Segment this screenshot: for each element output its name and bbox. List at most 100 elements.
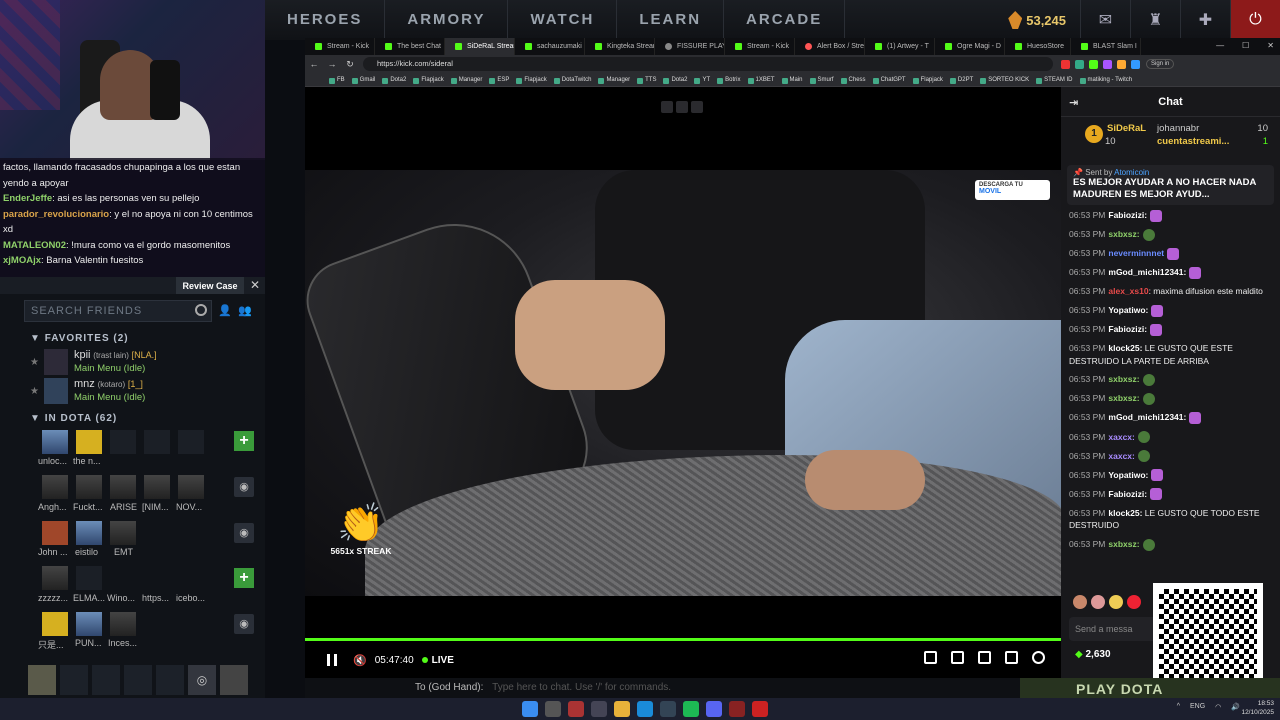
- browser-tab[interactable]: Kingteka Stream: [585, 38, 655, 55]
- star-icon[interactable]: ★: [30, 386, 39, 397]
- clip-icon[interactable]: [676, 101, 688, 113]
- extension-icon[interactable]: [1089, 59, 1098, 69]
- friend-tile[interactable]: [178, 475, 204, 499]
- friend-row[interactable]: ★ kpii (trast lain) [NLA.] Main Menu (Id…: [30, 349, 260, 377]
- group-icon[interactable]: 👥: [238, 304, 256, 318]
- theater-mode-icon[interactable]: [978, 651, 991, 664]
- leader-name[interactable]: cuentastreami...: [1157, 136, 1229, 147]
- nav-watch[interactable]: WATCH: [508, 0, 618, 40]
- friend-tile[interactable]: [110, 612, 136, 636]
- message-username[interactable]: alex_xs10: [1108, 286, 1148, 296]
- extension-icon[interactable]: [1075, 59, 1084, 69]
- party-slot[interactable]: [92, 665, 120, 695]
- invite-button[interactable]: +: [234, 568, 254, 588]
- bookmark[interactable]: YT: [694, 77, 710, 84]
- wifi-icon[interactable]: ◠: [1215, 703, 1221, 711]
- reload-icon[interactable]: ↻: [341, 59, 359, 70]
- channel-points[interactable]: ◆ 2,630: [1075, 649, 1111, 660]
- invite-button[interactable]: +: [234, 431, 254, 451]
- volume-icon[interactable]: 🔊: [1231, 703, 1240, 711]
- favorites-section[interactable]: ▼ FAVORITES (2): [30, 333, 129, 344]
- party-slot[interactable]: [124, 665, 152, 695]
- emote-icon[interactable]: [1091, 595, 1105, 609]
- bookmark[interactable]: Dota2: [663, 77, 687, 84]
- app-icon[interactable]: [568, 701, 584, 717]
- message-username[interactable]: klock25:: [1108, 343, 1142, 353]
- bookmark[interactable]: Flapjack: [516, 77, 547, 84]
- dota-icon[interactable]: [729, 701, 745, 717]
- message-username[interactable]: Fabiozizi:: [1108, 489, 1147, 499]
- pause-icon[interactable]: [327, 654, 337, 666]
- mute-icon[interactable]: 🔇: [353, 654, 367, 667]
- browser-tab[interactable]: Stream - Kick: [305, 38, 375, 55]
- bookmark[interactable]: ESP: [489, 77, 509, 84]
- folder-icon[interactable]: [614, 701, 630, 717]
- message-username[interactable]: neverminnnet: [1108, 248, 1164, 258]
- watch-icon[interactable]: ◉: [234, 477, 254, 497]
- minimize-icon[interactable]: —: [1216, 41, 1224, 50]
- share-icon[interactable]: [691, 101, 703, 113]
- browser-tab[interactable]: HuesoStore: [1005, 38, 1071, 55]
- message-username[interactable]: sxbxsz:: [1108, 374, 1139, 384]
- friend-tile[interactable]: [42, 521, 68, 545]
- steam-icon[interactable]: [660, 701, 676, 717]
- friend-tile[interactable]: [42, 612, 68, 636]
- settings-gear-icon[interactable]: [1032, 651, 1045, 664]
- friend-tile[interactable]: [42, 566, 68, 590]
- extension-icon[interactable]: [1103, 59, 1112, 69]
- browser-tab[interactable]: The best Chat: [375, 38, 445, 55]
- party-slot[interactable]: [60, 665, 88, 695]
- forward-icon[interactable]: →: [323, 59, 341, 69]
- friend-tile[interactable]: [42, 475, 68, 499]
- message-username[interactable]: Yopatiwo:: [1108, 470, 1148, 480]
- windows-start-icon[interactable]: [522, 701, 538, 717]
- bookmark[interactable]: SORTEO KICK: [980, 77, 1029, 84]
- friend-tile[interactable]: [178, 430, 204, 454]
- extension-icon[interactable]: [1061, 59, 1070, 69]
- friend-tile[interactable]: [42, 430, 68, 454]
- armory-icon[interactable]: ♜: [1130, 0, 1180, 40]
- friend-tile[interactable]: [76, 475, 102, 499]
- sign-in-button[interactable]: Sign in: [1146, 59, 1175, 69]
- message-username[interactable]: sxbxsz:: [1108, 539, 1139, 549]
- friend-row[interactable]: ★ mnz (kotaro) [1_] Main Menu (Idle): [30, 378, 260, 406]
- bookmark[interactable]: 1XBET: [747, 77, 775, 84]
- add-friend-icon[interactable]: 👤: [218, 304, 232, 318]
- message-username[interactable]: xaxcx:: [1108, 451, 1134, 461]
- play-dota-button[interactable]: PLAY DOTA: [1020, 678, 1280, 700]
- shards-counter[interactable]: 53,245: [1008, 11, 1066, 29]
- maximize-icon[interactable]: ☐: [1242, 41, 1249, 50]
- friend-tile[interactable]: [110, 521, 136, 545]
- voice-icon[interactable]: ◎: [188, 665, 216, 695]
- address-input[interactable]: https://kick.com/sideral: [363, 57, 1053, 71]
- leader-name[interactable]: SiDeRaL: [1107, 123, 1146, 134]
- bookmark[interactable]: ChatGPT: [872, 77, 906, 84]
- power-icon[interactable]: ⏻: [1230, 0, 1280, 40]
- extension-icon[interactable]: [1117, 59, 1126, 69]
- mail-icon[interactable]: ✉: [1080, 0, 1130, 40]
- spotify-icon[interactable]: [683, 701, 699, 717]
- browser-tab[interactable]: BLAST Slam I: [1071, 38, 1141, 55]
- fullscreen-icon[interactable]: [1005, 651, 1018, 664]
- star-icon[interactable]: ★: [30, 357, 39, 368]
- extension-icon[interactable]: [1131, 59, 1140, 69]
- message-username[interactable]: klock25:: [1108, 508, 1142, 518]
- friend-tile[interactable]: [76, 566, 102, 590]
- bookmark[interactable]: Chess: [840, 77, 866, 84]
- browser-tab[interactable]: SiDeRaL Stream: [445, 38, 515, 55]
- message-username[interactable]: mGod_michi12341:: [1108, 267, 1186, 277]
- browser-tab[interactable]: (1) Artwey - T: [865, 38, 935, 55]
- bookmark[interactable]: D2PT: [949, 77, 973, 84]
- youtube-icon[interactable]: [752, 701, 768, 717]
- friend-tile[interactable]: [76, 612, 102, 636]
- bookmark[interactable]: Dota2: [382, 77, 406, 84]
- message-username[interactable]: xaxcx:: [1108, 432, 1134, 442]
- tray-chevron-icon[interactable]: ^: [1177, 703, 1180, 711]
- bookmark[interactable]: Flapjack: [413, 77, 444, 84]
- browser-tab[interactable]: Alert Box / Stre: [795, 38, 865, 55]
- back-icon[interactable]: ←: [305, 59, 323, 69]
- bookmark[interactable]: Botrix: [717, 77, 741, 84]
- bookmark[interactable]: STEAM ID: [1036, 77, 1073, 84]
- nav-armory[interactable]: ARMORY: [385, 0, 509, 40]
- review-case-button[interactable]: Review Case: [176, 277, 244, 294]
